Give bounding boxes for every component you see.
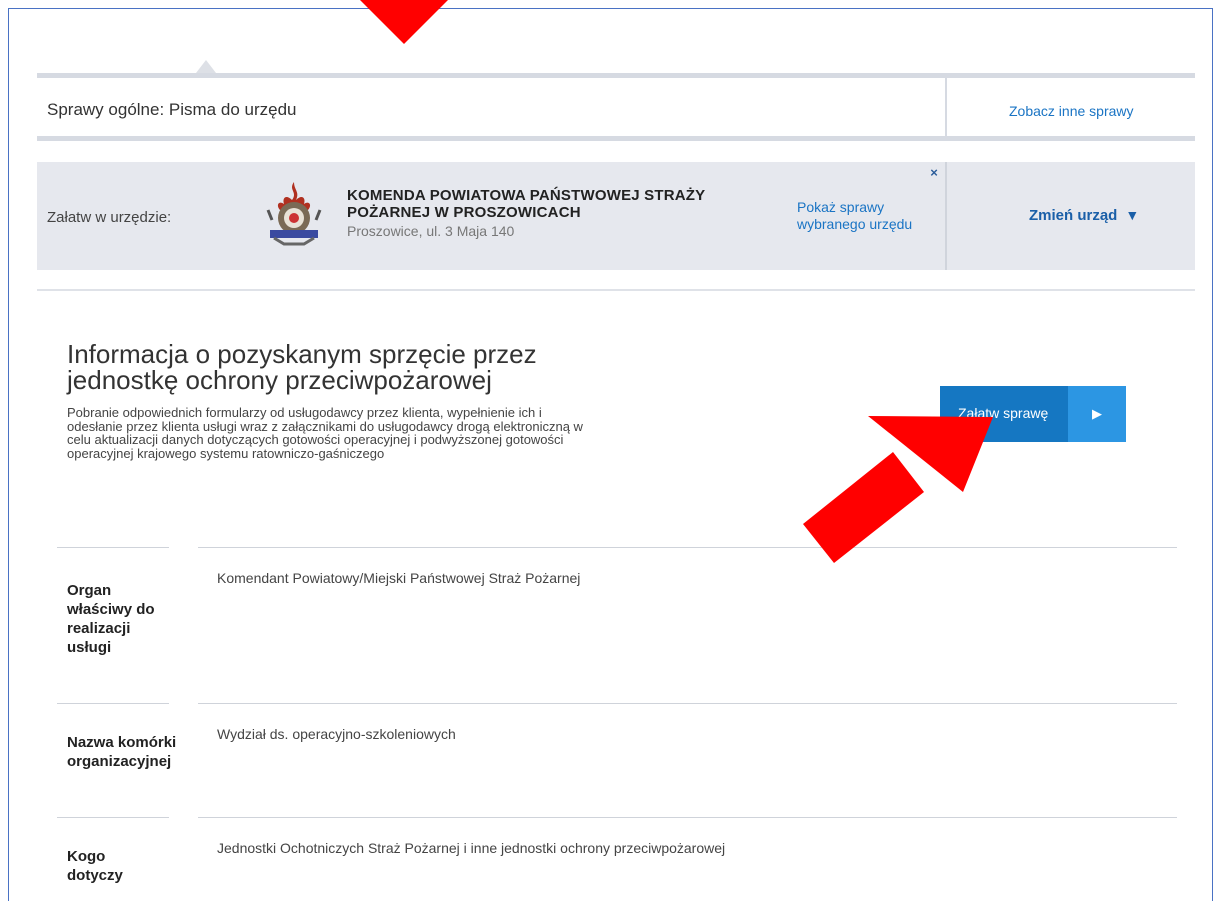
section-divider <box>37 289 1195 291</box>
row-divider-right <box>198 547 1177 548</box>
service-title: Informacja o pozyskanym sprzęcie przez j… <box>67 339 537 395</box>
office-address: Proszowice, ul. 3 Maja 140 <box>347 223 515 239</box>
category-divider <box>945 78 947 136</box>
row-divider-right <box>198 817 1177 818</box>
service-description: Pobranie odpowiednich formularzy od usłu… <box>67 405 583 461</box>
close-icon[interactable]: × <box>927 166 941 180</box>
row-divider-left <box>57 547 169 548</box>
change-office-button[interactable]: Zmień urząd ▼ <box>1029 207 1139 224</box>
show-office-cases-link[interactable]: Pokaż sprawy wybranego urzędu <box>797 199 937 233</box>
category-title: Sprawy ogólne: Pisma do urzędu <box>47 100 297 119</box>
detail-value: Komendant Powiatowy/Miejski Państwowej S… <box>217 570 581 586</box>
office-divider <box>945 162 947 270</box>
office-name: KOMENDA POWIATOWA PAŃSTWOWEJ STRAŻY POŻA… <box>347 187 706 221</box>
fire-brigade-logo <box>266 182 322 246</box>
office-box: Załatw w urzędzie: KOMENDA POWIATOWA PAŃ… <box>37 162 1195 270</box>
play-icon: ▶ <box>1068 386 1126 442</box>
category-bar: Sprawy ogólne: Pisma do urzędu Zobacz in… <box>37 73 1195 141</box>
row-divider-left <box>57 817 169 818</box>
detail-key: Kogo dotyczy <box>67 848 123 884</box>
triangle-down-icon: ▼ <box>1125 207 1140 223</box>
handle-case-button[interactable]: Załatw sprawę ▶ <box>940 386 1126 442</box>
row-divider-right <box>198 703 1177 704</box>
handle-case-label: Załatw sprawę <box>958 405 1049 421</box>
row-divider-left <box>57 703 169 704</box>
detail-key: Organ właściwy do realizacji usługi <box>67 582 155 656</box>
other-cases-link[interactable]: Zobacz inne sprawy <box>1009 103 1134 119</box>
detail-key: Nazwa komórki organizacyjnej <box>67 734 177 770</box>
detail-value: Jednostki Ochotniczych Straż Pożarnej i … <box>217 840 726 856</box>
office-label: Załatw w urzędzie: <box>47 209 172 226</box>
change-office-label: Zmień urząd <box>1029 207 1118 224</box>
category-pointer <box>196 60 216 73</box>
detail-value: Wydział ds. operacyjno-szkoleniowych <box>217 726 456 742</box>
